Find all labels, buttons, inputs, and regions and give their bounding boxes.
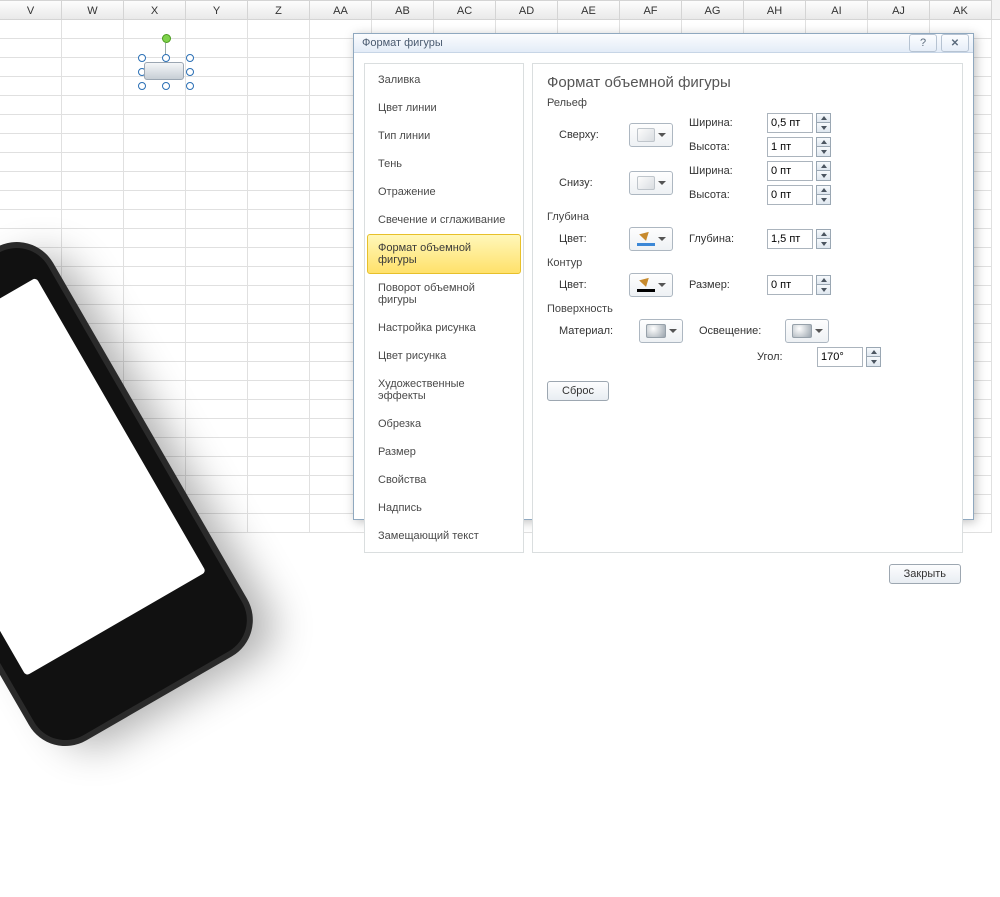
column-header-Z[interactable]: Z — [248, 0, 310, 19]
lighting-picker[interactable] — [785, 319, 829, 343]
column-header-AG[interactable]: AG — [682, 0, 744, 19]
label-angle: Угол: — [757, 351, 807, 363]
close-icon[interactable]: ✕ — [941, 34, 969, 52]
label-contour-size: Размер: — [689, 279, 757, 291]
spin-up-icon[interactable] — [816, 137, 831, 147]
nav-item-0[interactable]: Заливка — [367, 66, 521, 94]
label-material: Материал: — [559, 325, 629, 337]
material-picker[interactable] — [639, 319, 683, 343]
label-width-top: Ширина: — [689, 117, 759, 129]
close-button[interactable]: Закрыть — [889, 564, 961, 584]
label-depth-color: Цвет: — [559, 233, 619, 245]
nav-item-3[interactable]: Тень — [367, 150, 521, 178]
bevel-bottom-picker[interactable] — [629, 171, 673, 195]
label-bottom: Снизу: — [559, 177, 619, 189]
nav-item-12[interactable]: Размер — [367, 438, 521, 466]
section-depth-label: Глубина — [547, 211, 948, 223]
depth-color-picker[interactable] — [629, 227, 673, 251]
bottom-height-spin[interactable] — [767, 185, 831, 205]
chevron-down-icon — [658, 133, 666, 137]
label-height-bottom: Высота: — [689, 189, 759, 201]
bottom-width-spin[interactable] — [767, 161, 831, 181]
label-depth-value: Глубина: — [689, 233, 757, 245]
label-top: Сверху: — [559, 129, 619, 141]
lighting-sample-icon — [792, 324, 812, 338]
chevron-down-icon — [669, 329, 677, 333]
nav-item-11[interactable]: Обрезка — [367, 410, 521, 438]
depth-value-spin[interactable] — [767, 229, 831, 249]
depth-value-input[interactable] — [767, 229, 813, 249]
fill-bucket-icon — [637, 232, 655, 246]
column-header-W[interactable]: W — [62, 0, 124, 19]
column-header-AE[interactable]: AE — [558, 0, 620, 19]
spin-down-icon[interactable] — [816, 123, 831, 133]
spin-down-icon[interactable] — [816, 147, 831, 157]
label-width-bottom: Ширина: — [689, 165, 759, 177]
column-header-X[interactable]: X — [124, 0, 186, 19]
nav-item-10[interactable]: Художественные эффекты — [367, 370, 521, 410]
material-sample-icon — [646, 324, 666, 338]
column-headers: VWXYZAAABACADAEAFAGAHAIAJAK — [0, 0, 1000, 20]
column-header-AC[interactable]: AC — [434, 0, 496, 19]
top-width-input[interactable] — [767, 113, 813, 133]
column-header-AJ[interactable]: AJ — [868, 0, 930, 19]
reset-button[interactable]: Сброс — [547, 381, 609, 401]
dialog-titlebar[interactable]: Формат фигуры ? ✕ — [354, 34, 973, 53]
section-contour-label: Контур — [547, 257, 948, 269]
top-width-spin[interactable] — [767, 113, 831, 133]
label-lighting: Освещение: — [699, 325, 775, 337]
contour-color-picker[interactable] — [629, 273, 673, 297]
column-header-AD[interactable]: AD — [496, 0, 558, 19]
top-height-input[interactable] — [767, 137, 813, 157]
rotate-handle-icon[interactable] — [162, 34, 171, 43]
chevron-down-icon — [815, 329, 823, 333]
chevron-down-icon — [658, 237, 666, 241]
spin-up-icon[interactable] — [816, 113, 831, 123]
dialog-title: Формат фигуры — [362, 37, 905, 49]
column-header-AB[interactable]: AB — [372, 0, 434, 19]
nav-item-4[interactable]: Отражение — [367, 178, 521, 206]
content-pane: Формат объемной фигуры Рельеф Сверху: Ши… — [532, 63, 963, 553]
bottom-height-input[interactable] — [767, 185, 813, 205]
column-header-AA[interactable]: AA — [310, 0, 372, 19]
nav-item-9[interactable]: Цвет рисунка — [367, 342, 521, 370]
bevel-top-sample-icon — [637, 128, 655, 142]
nav-item-1[interactable]: Цвет линии — [367, 94, 521, 122]
chevron-down-icon — [658, 283, 666, 287]
nav-item-6[interactable]: Формат объемной фигуры — [367, 234, 521, 274]
nav-item-15[interactable]: Замещающий текст — [367, 522, 521, 550]
nav-item-5[interactable]: Свечение и сглаживание — [367, 206, 521, 234]
top-height-spin[interactable] — [767, 137, 831, 157]
bevel-top-picker[interactable] — [629, 123, 673, 147]
section-surface-label: Поверхность — [547, 303, 948, 315]
contour-size-input[interactable] — [767, 275, 813, 295]
angle-spin[interactable] — [817, 347, 881, 367]
help-button[interactable]: ? — [909, 34, 937, 52]
fill-bucket-icon — [637, 278, 655, 292]
section-relief-label: Рельеф — [547, 97, 948, 109]
nav-item-8[interactable]: Настройка рисунка — [367, 314, 521, 342]
column-header-AK[interactable]: AK — [930, 0, 992, 19]
label-contour-color: Цвет: — [559, 279, 619, 291]
chevron-down-icon — [658, 181, 666, 185]
contour-size-spin[interactable] — [767, 275, 831, 295]
format-shape-dialog: Формат фигуры ? ✕ ЗаливкаЦвет линииТип л… — [353, 33, 974, 520]
angle-input[interactable] — [817, 347, 863, 367]
bottom-width-input[interactable] — [767, 161, 813, 181]
column-header-AF[interactable]: AF — [620, 0, 682, 19]
nav-item-2[interactable]: Тип линии — [367, 122, 521, 150]
side-nav: ЗаливкаЦвет линииТип линииТеньОтражениеС… — [364, 63, 524, 553]
page-title: Формат объемной фигуры — [547, 74, 948, 91]
column-header-AH[interactable]: AH — [744, 0, 806, 19]
label-height-top: Высота: — [689, 141, 759, 153]
column-header-V[interactable]: V — [0, 0, 62, 19]
nav-item-13[interactable]: Свойства — [367, 466, 521, 494]
column-header-AI[interactable]: AI — [806, 0, 868, 19]
column-header-Y[interactable]: Y — [186, 0, 248, 19]
bevel-bottom-sample-icon — [637, 176, 655, 190]
nav-item-7[interactable]: Поворот объемной фигуры — [367, 274, 521, 314]
nav-item-14[interactable]: Надпись — [367, 494, 521, 522]
